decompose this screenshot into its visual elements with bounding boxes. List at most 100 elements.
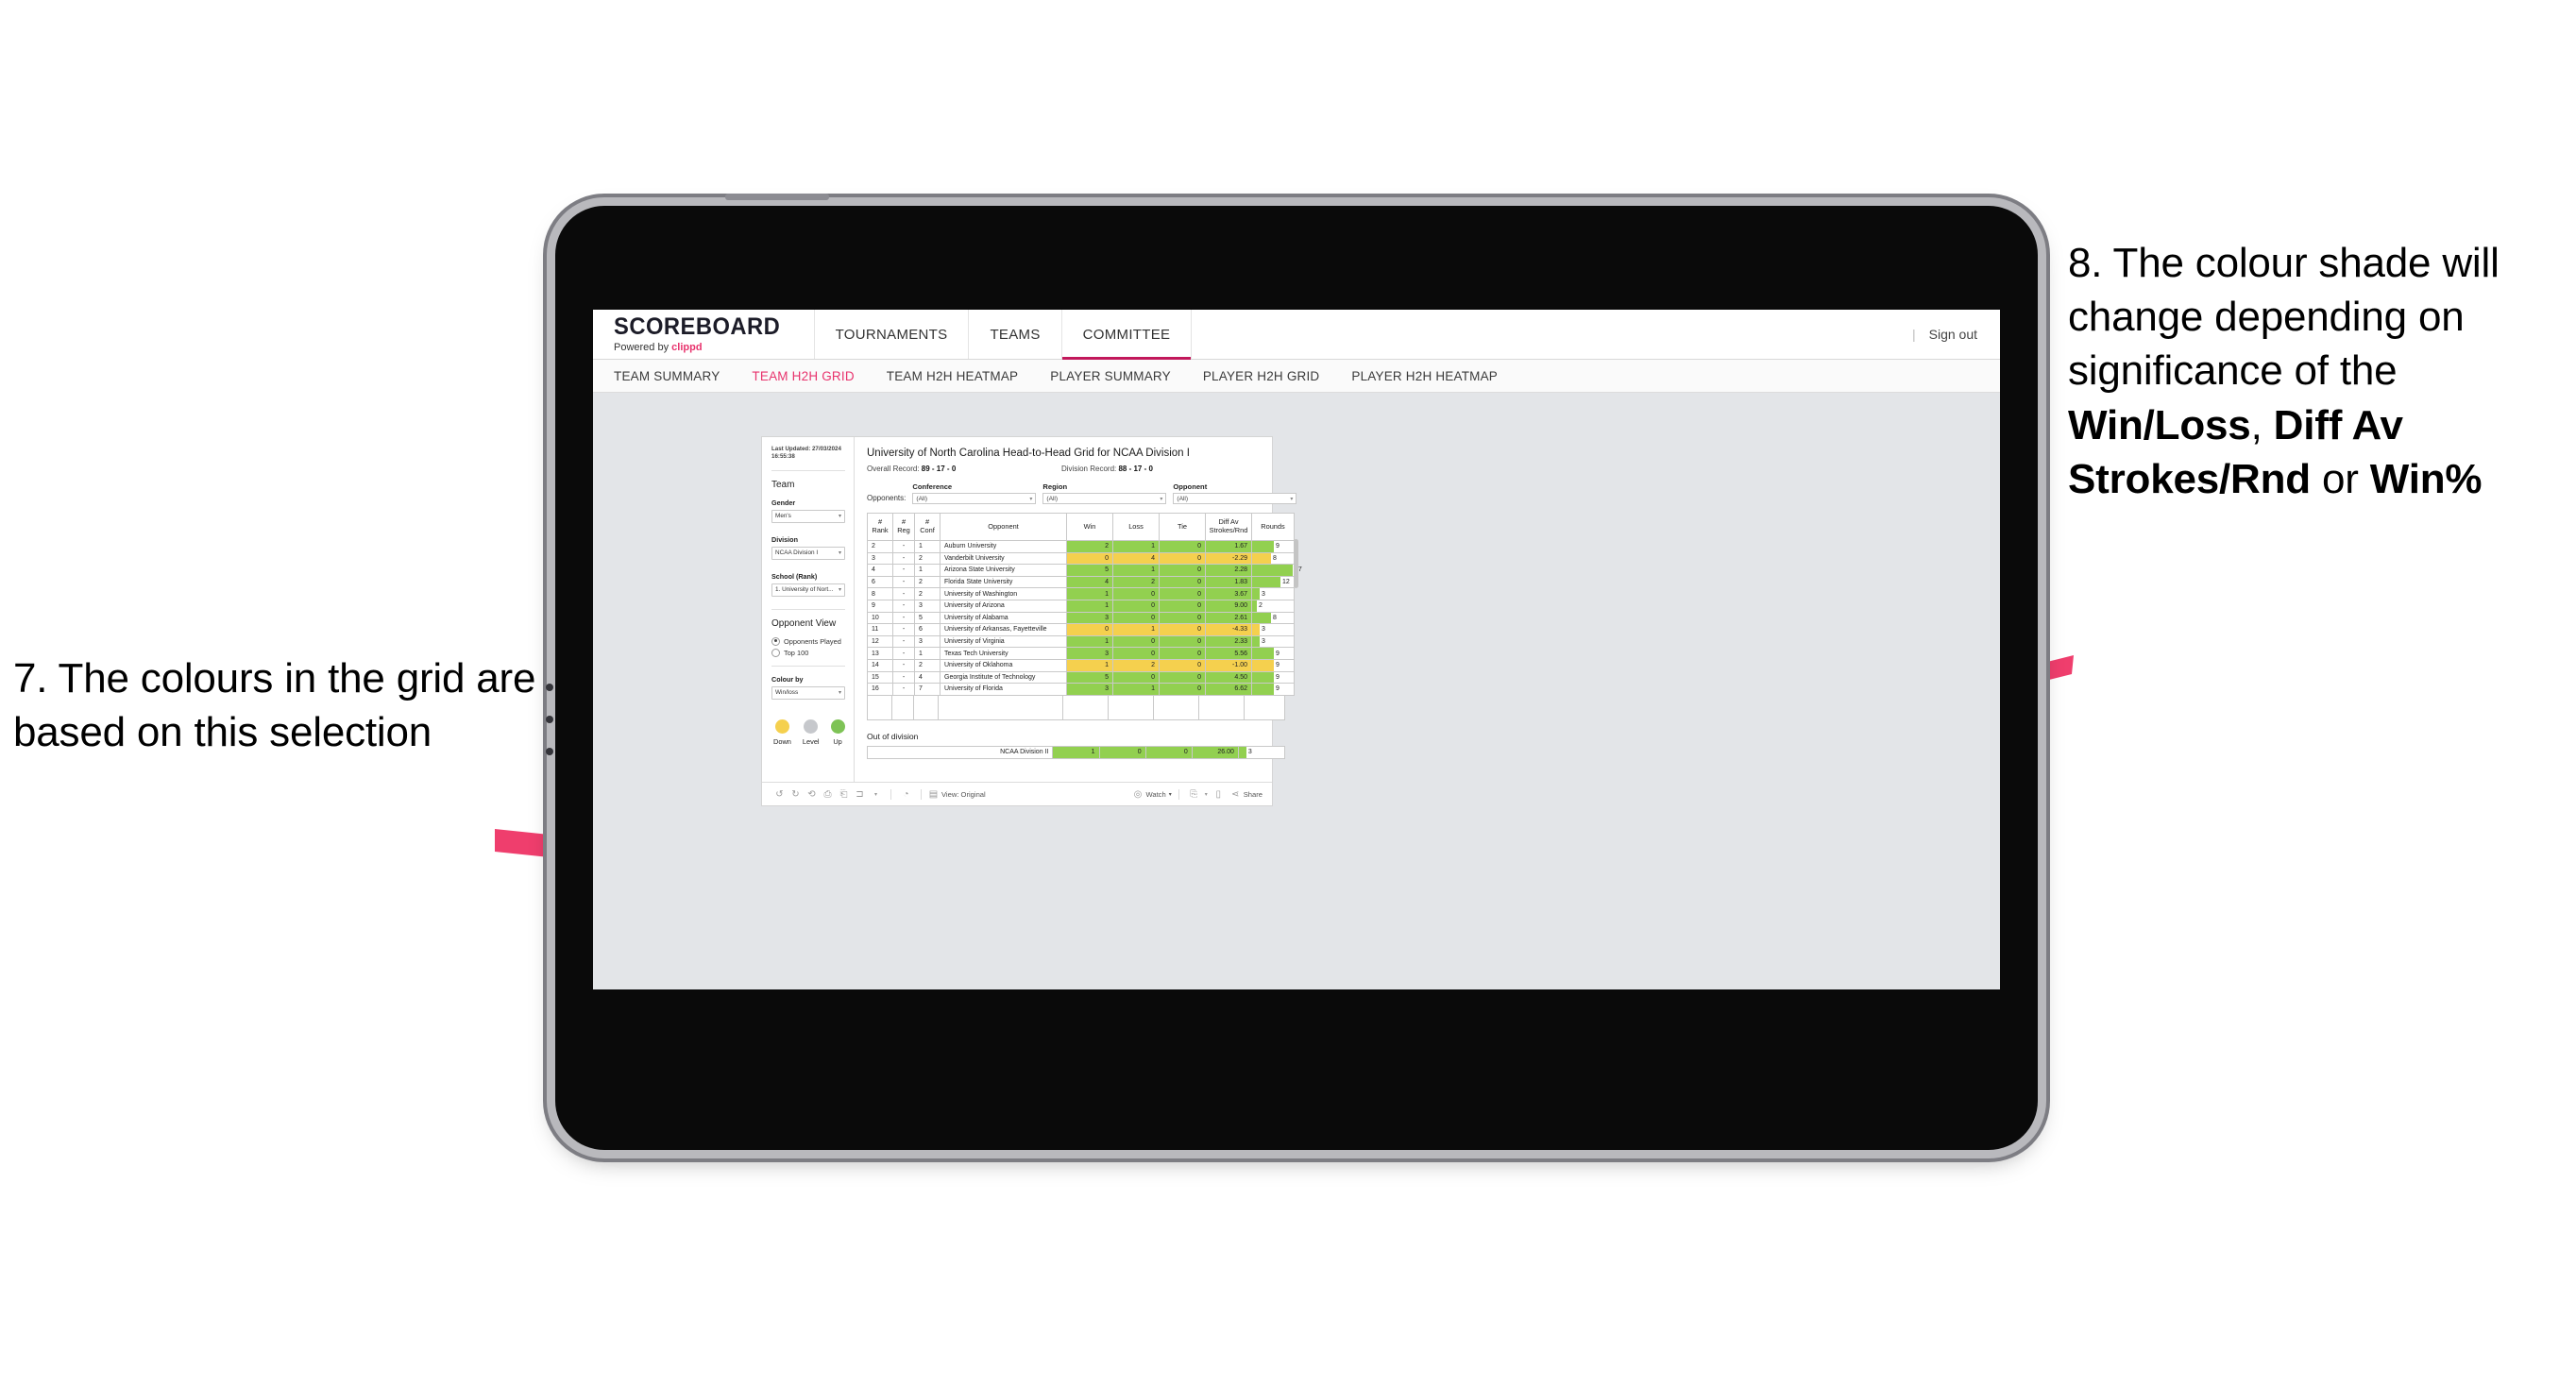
table-row[interactable]: 14 - 2 University of Oklahoma 1 2 0 -1.0…	[867, 658, 1295, 672]
school-select[interactable]: 1. University of Nort... ▾	[771, 583, 845, 597]
cell-opponent: Auburn University	[940, 540, 1067, 553]
cell-loss: 0	[1112, 670, 1160, 685]
cell-loss: 1	[1112, 683, 1160, 696]
overall-record: Overall Record: 89 - 17 - 0	[867, 465, 1061, 473]
col-reg-l2: Reg	[897, 526, 910, 534]
table-scrollbar[interactable]	[1294, 539, 1298, 588]
share-label: Share	[1243, 789, 1263, 799]
table-row[interactable]: 10 - 5 University of Alabama 3 0 0 2.61 …	[867, 611, 1295, 625]
table-row[interactable]: 12 - 3 University of Virginia 1 0 0 2.33…	[867, 634, 1295, 649]
cell-opponent: University of Florida	[940, 683, 1067, 696]
subnav-item-team-h2h-grid[interactable]: TEAM H2H GRID	[752, 369, 854, 383]
table-row[interactable]: 16 - 7 University of Florida 3 1 0 6.62 …	[867, 683, 1295, 696]
cell-diff: 3.67	[1205, 587, 1252, 600]
caret-down-icon[interactable]: ▾	[868, 791, 884, 798]
opponent-select[interactable]: (All) ▾	[1173, 493, 1297, 504]
device-preview-icon[interactable]: ▯	[1211, 789, 1227, 800]
loop-icon[interactable]: ⊐	[852, 789, 868, 800]
pause-icon[interactable]: ⎗	[836, 789, 852, 800]
region-label: Region	[1042, 482, 1068, 491]
redo-icon[interactable]: ↻	[788, 789, 804, 800]
table-row[interactable]: NCAA Division II 1 0 0 26.00 3	[866, 745, 1286, 760]
table-row[interactable]: 6 - 2 Florida State University 4 2 0 1.8…	[867, 575, 1295, 589]
cell-tie: 0	[1159, 611, 1206, 625]
filler-cell	[1154, 695, 1199, 719]
gender-select[interactable]: Men's ▾	[771, 509, 845, 523]
opponent-filter: Opponent (All) ▾	[1173, 482, 1297, 504]
download-icon[interactable]: ⎘	[1186, 789, 1202, 800]
cell-diff: -4.33	[1205, 623, 1252, 636]
subnav-item-player-h2h-grid[interactable]: PLAYER H2H GRID	[1203, 369, 1320, 383]
table-row[interactable]: 4 - 1 Arizona State University 5 1 0 2.2…	[867, 564, 1302, 577]
overall-record-label: Overall Record:	[867, 465, 922, 473]
view-original-button[interactable]: ▤ View: Original	[928, 789, 986, 800]
device-dot	[546, 716, 553, 723]
cell-tie: 0	[1159, 658, 1206, 672]
nav-item-teams[interactable]: TEAMS	[968, 310, 1060, 359]
cell-rounds: 9	[1251, 658, 1295, 672]
radio-opponents-played[interactable]: Opponents Played	[771, 636, 845, 646]
table-row[interactable]: 9 - 3 University of Arizona 1 0 0 9.00 2	[867, 599, 1295, 613]
legend-dot-level	[804, 718, 819, 734]
region-value: (All)	[1046, 495, 1059, 502]
cell-win: 0	[1066, 623, 1113, 636]
cell-reg: -	[892, 683, 915, 696]
table-row[interactable]: 3 - 2 Vanderbilt University 0 4 0 -2.29 …	[867, 551, 1295, 566]
cell-conf: 3	[914, 599, 941, 613]
opponent-filters: Opponents: Conference (All) ▾ Region (Al…	[867, 482, 1297, 504]
table-row[interactable]: 13 - 1 Texas Tech University 3 0 0 5.56 …	[867, 647, 1295, 660]
nav-label: TOURNAMENTS	[835, 326, 948, 343]
table-row[interactable]: 15 - 4 Georgia Institute of Technology 5…	[867, 670, 1295, 685]
cell-loss: 0	[1112, 587, 1160, 600]
chevron-down-icon: ▾	[1168, 791, 1172, 798]
cell-rank: 14	[867, 658, 893, 672]
undo-icon[interactable]: ↺	[771, 789, 788, 800]
chevron-down-icon: ▾	[1160, 496, 1163, 502]
cell-rounds: 3	[1251, 587, 1295, 600]
cell-opponent: NCAA Division II	[866, 745, 1054, 760]
radio-top-100[interactable]: Top 100	[771, 648, 845, 657]
cell-opponent: Arizona State University	[940, 564, 1067, 577]
colour-by-select[interactable]: Win/loss ▾	[771, 685, 845, 700]
filter-sidebar: Last Updated: 27/03/2024 16:55:38 Team G…	[762, 437, 855, 782]
gender-value: Men's	[775, 513, 791, 520]
cell-opponent: Texas Tech University	[940, 647, 1067, 660]
region-select[interactable]: (All) ▾	[1042, 493, 1167, 504]
watch-button[interactable]: ◎ Watch ▾	[1132, 789, 1172, 800]
subnav-item-player-h2h-heatmap[interactable]: PLAYER H2H HEATMAP	[1351, 369, 1498, 383]
col-diff-av-strokes: Diff Av Strokes/Rnd	[1205, 513, 1252, 541]
cell-win: 1	[1052, 745, 1100, 760]
caret-down-icon[interactable]: ▾	[1202, 791, 1211, 798]
filler-cell	[1245, 696, 1284, 719]
cell-conf: 1	[914, 540, 941, 553]
division-record-label: Division Record:	[1061, 465, 1119, 473]
viz-toolbar: ↺ ↻ ⟲ ⎙ ⎗ ⊐ ▾ ◔ ▤ View: Original ◎ Watch…	[762, 782, 1272, 805]
col-tie: Tie	[1159, 513, 1206, 541]
cell-rank: 3	[867, 551, 893, 566]
nav-item-tournaments[interactable]: TOURNAMENTS	[813, 310, 969, 359]
sign-out-button[interactable]: | Sign out	[1890, 310, 2000, 359]
cell-opponent: Vanderbilt University	[940, 551, 1067, 566]
table-row[interactable]: 8 - 2 University of Washington 1 0 0 3.6…	[867, 587, 1295, 600]
division-value: NCAA Division I	[775, 549, 819, 557]
conference-select[interactable]: (All) ▾	[912, 493, 1037, 504]
share-button[interactable]: ⋖ Share	[1230, 789, 1263, 800]
division-select[interactable]: NCAA Division I ▾	[771, 546, 845, 560]
cell-diff: 2.33	[1205, 634, 1252, 649]
subnav-item-team-h2h-heatmap[interactable]: TEAM H2H HEATMAP	[887, 369, 1018, 383]
subnav-item-team-summary[interactable]: TEAM SUMMARY	[614, 369, 720, 383]
refresh-icon[interactable]: ⎙	[820, 789, 836, 800]
revert-icon[interactable]: ⟲	[804, 789, 820, 800]
cell-rank: 16	[867, 683, 893, 696]
cell-conf: 2	[914, 575, 941, 589]
history-icon[interactable]: ◔	[898, 789, 914, 800]
subnav-item-player-summary[interactable]: PLAYER SUMMARY	[1050, 369, 1171, 383]
cell-rank: 15	[867, 670, 893, 685]
cell-win: 1	[1066, 634, 1113, 649]
cell-diff: 1.83	[1205, 575, 1252, 589]
grid-content: University of North Carolina Head-to-Hea…	[855, 437, 1302, 782]
cell-rounds: 9	[1251, 647, 1295, 660]
table-row[interactable]: 11 - 6 University of Arkansas, Fayettevi…	[867, 623, 1295, 636]
table-row[interactable]: 2 - 1 Auburn University 2 1 0 1.67 9	[867, 540, 1295, 553]
nav-item-committee[interactable]: COMMITTEE	[1060, 310, 1193, 360]
